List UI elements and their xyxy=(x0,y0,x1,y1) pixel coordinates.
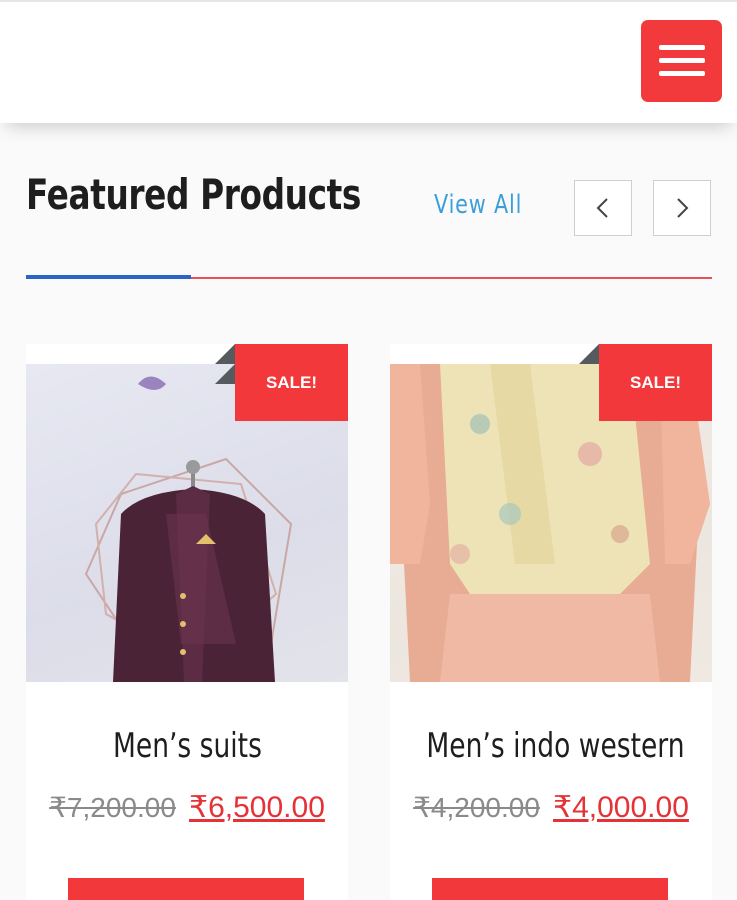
product-card[interactable]: SALE! Men’s suits ₹7,200.00 ₹6,500.00 xyxy=(26,344,348,900)
sale-badge: SALE! xyxy=(599,344,712,421)
site-header xyxy=(0,0,737,123)
hamburger-menu-icon xyxy=(658,45,705,76)
original-price: ₹7,200.00 xyxy=(49,792,176,823)
view-all-link[interactable]: View All xyxy=(434,190,522,220)
section-divider-accent xyxy=(26,275,191,279)
chevron-right-icon xyxy=(677,198,689,218)
carousel-prev-button[interactable] xyxy=(574,180,632,236)
add-to-cart-button[interactable] xyxy=(432,878,668,900)
carousel-next-button[interactable] xyxy=(653,180,711,236)
menu-button[interactable] xyxy=(641,20,722,102)
price-row: ₹7,200.00 ₹6,500.00 xyxy=(26,790,348,825)
original-price: ₹4,200.00 xyxy=(413,792,540,823)
section-title: Featured Products xyxy=(26,170,361,219)
add-to-cart-button[interactable] xyxy=(68,878,304,900)
product-name[interactable]: Men’s indo western xyxy=(390,726,712,766)
product-name[interactable]: Men’s suits xyxy=(26,726,348,766)
chevron-left-icon xyxy=(596,198,608,218)
sale-badge: SALE! xyxy=(235,344,348,421)
sale-price: ₹4,000.00 xyxy=(553,791,689,824)
price-row: ₹4,200.00 ₹4,000.00 xyxy=(390,790,712,825)
sale-price: ₹6,500.00 xyxy=(189,791,325,824)
product-card[interactable]: SALE! Men’s indo western ₹4,200.00 ₹4,00… xyxy=(390,344,712,900)
